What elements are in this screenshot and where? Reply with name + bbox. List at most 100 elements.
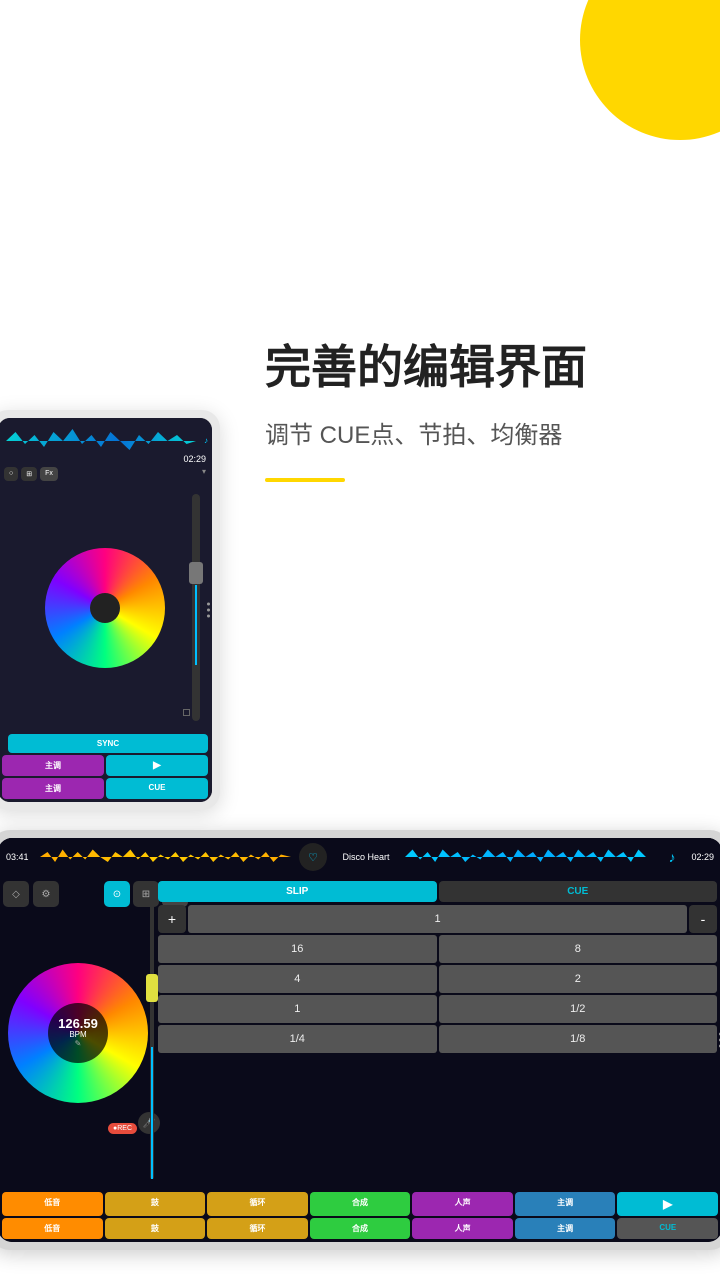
dj-interface-bottom: 03:41 ♡ Disco Heart ♪ 02:29 ◇ ⚙ [0, 838, 720, 1242]
decoration-circle [580, 0, 720, 140]
slip-cue-row: SLIP CUE [158, 881, 717, 902]
rec-button[interactable]: ●REC [108, 1123, 137, 1134]
side-dots-top [207, 603, 210, 618]
slip-button[interactable]: SLIP [158, 881, 437, 902]
tablet-top: ♪ 02:29 ○ ⊞ Fx ▾ [0, 410, 220, 810]
dj-right-panel: SLIP CUE + 1 - 16 8 [158, 876, 720, 1189]
bpm-value: 126.59 [58, 1017, 98, 1030]
tag-key-2[interactable]: 主调 [515, 1218, 616, 1239]
tag-drum-2[interactable]: 鼓 [105, 1218, 206, 1239]
fader-track [150, 886, 154, 1179]
tag-vocal-2[interactable]: 人声 [412, 1218, 513, 1239]
grid-row-16-8: 16 8 [158, 935, 717, 963]
marker-square [183, 709, 190, 716]
tag-drum-1[interactable]: 鼓 [105, 1192, 206, 1216]
side-dot-3 [207, 615, 210, 618]
chevron-down-icon: ▾ [202, 467, 206, 481]
grid-row-1-half: 1 1/2 [158, 995, 717, 1023]
cue-button-top[interactable]: CUE [106, 778, 208, 799]
key-button-2[interactable]: 主调 [2, 778, 104, 799]
sync-button[interactable]: SYNC [8, 734, 208, 753]
btn-row-sync: SYNC [2, 734, 208, 753]
tag-synth-2[interactable]: 合成 [310, 1218, 411, 1239]
fx-btn[interactable]: Fx [40, 467, 58, 481]
play-button-bottom[interactable]: ▶ [617, 1192, 718, 1216]
plus-button[interactable]: + [158, 905, 186, 933]
grid-row-1: + 1 - [158, 905, 717, 933]
center-fader[interactable] [146, 886, 158, 1179]
vinyl-disc-top[interactable] [45, 548, 165, 668]
dj-main-area: ◇ ⚙ ⊙ ⊞ Fx ▾ 126.59 BPM [0, 876, 720, 1189]
fader-knob[interactable] [146, 974, 158, 1002]
grid-cell-half[interactable]: 1/2 [439, 995, 718, 1023]
grid-cell-quarter[interactable]: 1/4 [158, 1025, 437, 1053]
tag-vocal-1[interactable]: 人声 [412, 1192, 513, 1216]
loop-active-btn[interactable]: ⊙ [104, 881, 130, 907]
waveform-top [6, 426, 196, 456]
cue-tag-button[interactable]: CUE [617, 1218, 718, 1239]
tag-rows: 低音 鼓 循环 合成 人声 主调 ▶ 低音 鼓 循环 合成 人声 主调 CUE [0, 1189, 720, 1242]
note-icon: ♪ [660, 845, 684, 869]
fader-line-blue [151, 1047, 153, 1179]
vinyl-disc-bottom[interactable]: 126.59 BPM ✎ [8, 963, 148, 1103]
dj-left-panel: ◇ ⚙ ⊙ ⊞ Fx ▾ 126.59 BPM [0, 876, 158, 1189]
vinyl-center-top [90, 593, 120, 623]
key-button-1[interactable]: 主调 [2, 755, 104, 776]
bottom-buttons-top: SYNC 主调 ▶ 主调 CUE [0, 731, 212, 802]
waveform-right [405, 845, 656, 870]
vinyl-center-bottom: 126.59 BPM ✎ [48, 1003, 108, 1063]
text-section: 完善的编辑界面 调节 CUE点、节拍、均衡器 [265, 340, 690, 482]
side-dot-1 [207, 603, 210, 606]
dj-interface-top: ♪ 02:29 ○ ⊞ Fx ▾ [0, 418, 212, 802]
fader-handle-top[interactable] [189, 562, 203, 584]
heartbeat-icon: ♡ [299, 843, 327, 871]
dj-bottom-header: 03:41 ♡ Disco Heart ♪ 02:29 [0, 838, 720, 876]
grid-row-4-2: 4 2 [158, 965, 717, 993]
grid-cell-1b[interactable]: 1 [158, 995, 437, 1023]
main-title: 完善的编辑界面 [265, 340, 690, 395]
waveform-left [40, 845, 291, 870]
tablet-bottom: 03:41 ♡ Disco Heart ♪ 02:29 ◇ ⚙ [0, 830, 720, 1250]
controls-row-top: ○ ⊞ Fx ▾ [0, 464, 212, 484]
tablet-top-inner: ♪ 02:29 ○ ⊞ Fx ▾ [0, 418, 212, 802]
left-icons-row: ◇ ⚙ [3, 881, 59, 907]
tag-bass-2[interactable]: 低音 [2, 1218, 103, 1239]
grid-cell-8[interactable]: 8 [439, 935, 718, 963]
grid-cell-eighth[interactable]: 1/8 [439, 1025, 718, 1053]
btn-row-play: 主调 ▶ [2, 755, 208, 776]
grid-cell-4[interactable]: 4 [158, 965, 437, 993]
grid-cell-1[interactable]: 1 [188, 905, 687, 933]
tag-key-1[interactable]: 主调 [515, 1192, 616, 1216]
loop-btn[interactable]: ○ [4, 467, 18, 481]
tag-synth-1[interactable]: 合成 [310, 1192, 411, 1216]
edit-icon: ✎ [75, 1039, 82, 1048]
cue-button-bottom[interactable]: CUE [439, 881, 718, 902]
song-title: Disco Heart [331, 852, 401, 862]
tag-loop-1[interactable]: 循环 [207, 1192, 308, 1216]
music-note-icon: ♪ [204, 436, 208, 445]
tag-bass-1[interactable]: 低音 [2, 1192, 103, 1216]
eq-btn[interactable]: ⊞ [21, 467, 37, 481]
minus-button[interactable]: - [689, 905, 717, 933]
tag-row-2: 低音 鼓 循环 合成 人声 主调 CUE [2, 1218, 718, 1239]
grid-cell-2[interactable]: 2 [439, 965, 718, 993]
side-dot-2 [207, 609, 210, 612]
time-right: 02:29 [684, 852, 714, 862]
time-display-top: 02:29 [0, 454, 212, 464]
vinyl-area-top [0, 484, 212, 731]
fader-line-top [195, 585, 197, 665]
yellow-underline [265, 478, 345, 482]
time-left: 03:41 [6, 852, 36, 862]
settings-icon-btn[interactable]: ⚙ [33, 881, 59, 907]
fader-bar-top[interactable] [192, 494, 200, 721]
tablet-bottom-inner: 03:41 ♡ Disco Heart ♪ 02:29 ◇ ⚙ [0, 838, 720, 1242]
bpm-label: BPM [69, 1030, 86, 1039]
grid-cell-16[interactable]: 16 [158, 935, 437, 963]
beat-grid: + 1 - 16 8 4 2 1 [158, 905, 717, 1053]
diamond-icon-btn[interactable]: ◇ [3, 881, 29, 907]
play-button-top[interactable]: ▶ [106, 755, 208, 776]
tag-loop-2[interactable]: 循环 [207, 1218, 308, 1239]
btn-row-cue: 主调 CUE [2, 778, 208, 799]
grid-row-quarter-eighth: 1/4 1/8 [158, 1025, 717, 1053]
sub-title: 调节 CUE点、节拍、均衡器 [265, 415, 690, 450]
